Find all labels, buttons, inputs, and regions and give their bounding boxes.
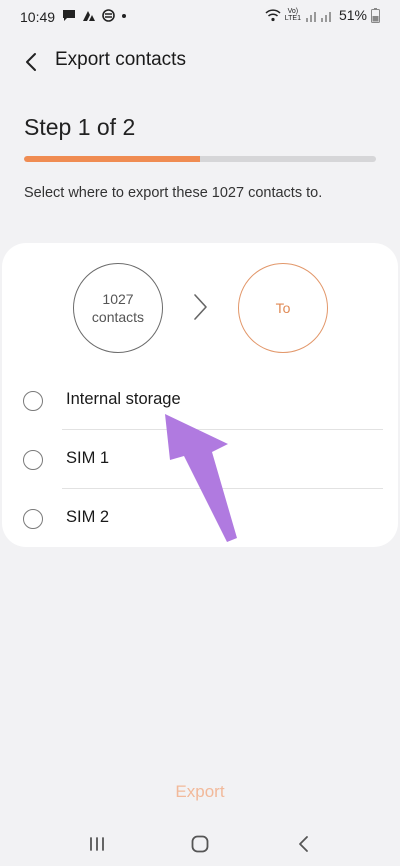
- annotation-arrow-icon: [165, 414, 237, 542]
- battery-percent: 51%: [338, 7, 367, 23]
- step-progress-fill: [24, 156, 200, 162]
- back-arrow-icon[interactable]: [20, 50, 44, 74]
- export-button[interactable]: Export: [150, 782, 250, 806]
- notification-dot-icon: [122, 14, 126, 18]
- status-right-icons: Vo) LTE1 51%: [265, 7, 380, 23]
- destination-circle: To: [238, 263, 328, 353]
- instruction-text: Select where to export these 1027 contac…: [24, 185, 323, 201]
- contacts-label: contacts: [91, 309, 145, 325]
- page-title: Export contacts: [55, 49, 186, 70]
- battery-icon: [371, 7, 380, 23]
- volte-indicator: Vo) LTE1: [284, 8, 301, 22]
- option-label: SIM 1: [66, 449, 110, 467]
- app-logo-icon: [83, 11, 95, 21]
- status-bar: 10:49 Vo) LTE1 51%: [0, 0, 400, 34]
- destination-label: To: [275, 300, 291, 316]
- chevron-right-icon: [194, 294, 207, 320]
- radio-sim-1[interactable]: [23, 450, 43, 470]
- step-progress-bar: [24, 156, 376, 162]
- option-label: SIM 2: [66, 508, 110, 526]
- export-contacts-screen: 10:49 Vo) LTE1 51% Export contacts Step …: [0, 0, 400, 866]
- message-icon: [63, 10, 75, 21]
- back-nav-icon[interactable]: [292, 832, 316, 856]
- status-time: 10:49: [20, 9, 56, 25]
- wifi-icon: [265, 9, 281, 22]
- step-title: Step 1 of 2: [24, 114, 136, 140]
- recent-apps-icon[interactable]: [85, 832, 109, 856]
- source-contacts-circle: 1027 contacts: [73, 263, 163, 353]
- navigation-bar: [0, 820, 400, 866]
- radio-sim-2[interactable]: [23, 509, 43, 529]
- sync-app-icon: [102, 9, 115, 22]
- signal-icon: [305, 11, 331, 22]
- home-icon[interactable]: [188, 832, 212, 856]
- notification-icons: [62, 9, 127, 22]
- app-header: Export contacts: [0, 40, 400, 80]
- contact-count: 1027: [102, 291, 134, 307]
- radio-internal-storage[interactable]: [23, 391, 43, 411]
